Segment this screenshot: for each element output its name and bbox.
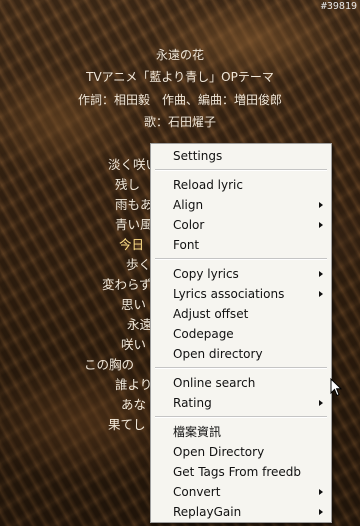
menu-item-label: Open Directory — [173, 445, 265, 459]
lyric-line: 咲い — [121, 337, 147, 352]
lyric-line: 変わらず — [102, 277, 152, 292]
lyric-line: 雨もあ — [115, 197, 153, 212]
menu-item-online-search[interactable]: Online search — [151, 373, 331, 393]
menu-item-label: 檔案資訊 — [173, 425, 222, 439]
menu-item-label: Lyrics associations — [173, 287, 285, 301]
menu-separator — [155, 169, 327, 171]
menu-item-label: Font — [173, 238, 200, 252]
menu-item-label: Online search — [173, 376, 256, 390]
submenu-arrow-icon — [319, 291, 323, 297]
menu-item-label: Settings — [173, 149, 223, 163]
menu-item-label: ReplayGain — [173, 505, 242, 519]
menu-item-convert[interactable]: Convert — [151, 482, 331, 502]
lyric-line: あな — [121, 397, 147, 412]
mouse-cursor-icon — [330, 378, 342, 397]
menu-item-color[interactable]: Color — [151, 215, 331, 235]
song-credits: 作詞：相田毅 作曲、編曲：増田俊郎 — [77, 93, 282, 107]
menu-item-replaygain[interactable]: ReplayGain — [151, 502, 331, 522]
lyric-line: 青い風 — [115, 217, 153, 232]
song-singer: 歌：石田燿子 — [143, 115, 216, 129]
menu-separator — [155, 258, 327, 260]
lyric-line: 永遠 — [127, 317, 153, 332]
menu-item-codepage[interactable]: Codepage — [151, 324, 331, 344]
menu-item-label: Color — [173, 218, 205, 232]
lyric-line: 今日 — [119, 237, 145, 252]
menu-item-item[interactable]: 檔案資訊 — [151, 422, 331, 442]
menu-item-copy-lyrics[interactable]: Copy lyrics — [151, 264, 331, 284]
lyric-line: 歩く — [126, 257, 152, 272]
menu-item-label: Rating — [173, 396, 212, 410]
song-title: 永遠の花 — [155, 48, 204, 62]
submenu-arrow-icon — [319, 489, 323, 495]
submenu-arrow-icon — [319, 400, 323, 406]
menu-item-adjust-offset[interactable]: Adjust offset — [151, 304, 331, 324]
lyric-line: 残し — [115, 177, 141, 192]
submenu-arrow-icon — [319, 202, 323, 208]
song-subtitle: TVアニメ「藍より青し」OPテーマ — [86, 70, 274, 84]
lyric-line: この胸の — [84, 357, 135, 372]
menu-item-font[interactable]: Font — [151, 235, 331, 255]
menu-item-open-directory[interactable]: Open directory — [151, 344, 331, 364]
submenu-arrow-icon — [319, 509, 323, 515]
menu-item-rating[interactable]: Rating — [151, 393, 331, 413]
submenu-arrow-icon — [319, 271, 323, 277]
menu-item-open-directory[interactable]: Open Directory — [151, 442, 331, 462]
window-tag: #39819 — [320, 1, 357, 12]
lyric-line: 誰より — [115, 377, 153, 392]
menu-item-label: Adjust offset — [173, 307, 249, 321]
menu-item-label: Convert — [173, 485, 221, 499]
menu-item-label: Reload lyric — [173, 178, 243, 192]
lyric-line: 思い — [121, 297, 147, 312]
menu-item-reload-lyric[interactable]: Reload lyric — [151, 175, 331, 195]
menu-item-align[interactable]: Align — [151, 195, 331, 215]
menu-item-label: Align — [173, 198, 204, 212]
menu-item-settings[interactable]: Settings — [151, 146, 331, 166]
menu-item-label: Copy lyrics — [173, 267, 239, 281]
submenu-arrow-icon — [319, 222, 323, 228]
menu-item-get-tags-from-freedb[interactable]: Get Tags From freedb — [151, 462, 331, 482]
context-menu: Settings Reload lyric Align Color Font Copy l… — [150, 143, 332, 523]
menu-item-lyrics-associations[interactable]: Lyrics associations — [151, 284, 331, 304]
menu-separator — [155, 416, 327, 418]
menu-item-label: Codepage — [173, 327, 234, 341]
menu-item-label: Get Tags From freedb — [173, 465, 302, 479]
menu-separator — [155, 367, 327, 369]
menu-item-label: Open directory — [173, 347, 263, 361]
lyric-line: 果てし — [108, 417, 146, 432]
